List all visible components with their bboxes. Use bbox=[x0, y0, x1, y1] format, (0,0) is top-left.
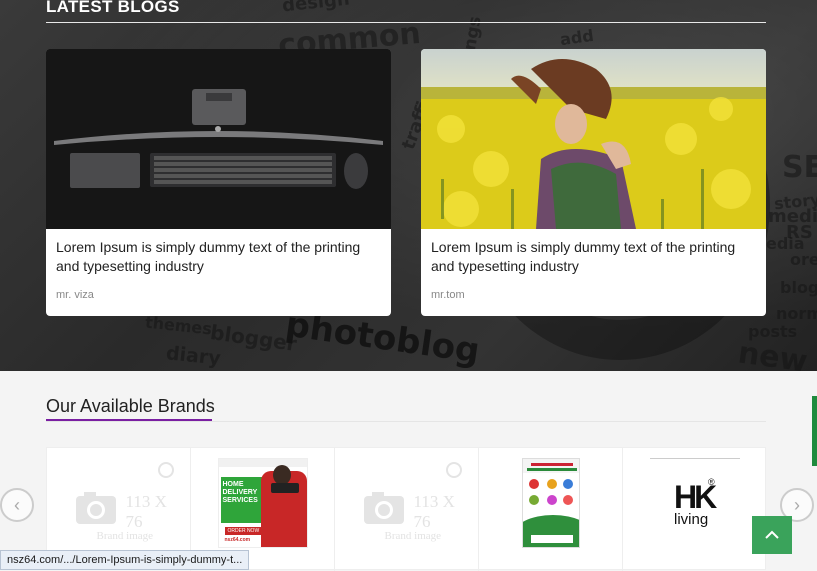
chevron-up-icon bbox=[765, 530, 779, 539]
blog-author: mr.tom bbox=[431, 289, 465, 301]
bg-word: blog bbox=[780, 278, 817, 297]
placeholder-caption: Brand image bbox=[384, 530, 442, 542]
chevron-left-icon: ‹ bbox=[14, 494, 20, 515]
placeholder-size-label: 113 X 76 bbox=[125, 492, 167, 531]
latest-blogs-title: LATEST BLOGS bbox=[46, 0, 180, 16]
brand-placeholder-image: 113 X 76 Brand image bbox=[342, 458, 472, 553]
title-divider bbox=[46, 22, 766, 23]
poster-site: nsz64.com bbox=[224, 537, 251, 543]
brand-poster-delivery: HOME DELIVERY SERVICES ORDER NOW nsz64.c… bbox=[217, 458, 308, 548]
brand-logo-hk-living: HK ® living bbox=[650, 458, 740, 548]
blog-image-field-woman bbox=[421, 49, 766, 229]
poster-order-button: ORDER NOW bbox=[224, 527, 263, 535]
brands-title: Our Available Brands bbox=[46, 396, 215, 416]
blog-caption[interactable]: Lorem Ipsum is simply dummy text of the … bbox=[56, 238, 377, 276]
bg-word: normal bbox=[776, 304, 817, 323]
placeholder-size-label: 113 X 76 bbox=[413, 492, 455, 531]
bg-word: posts bbox=[748, 322, 798, 341]
blog-author: mr. viza bbox=[56, 289, 94, 301]
brands-divider bbox=[46, 421, 766, 422]
brand-item[interactable]: 113 X 76 Brand image bbox=[335, 448, 479, 571]
poster-headline: HOME DELIVERY SERVICES bbox=[222, 481, 258, 504]
brand-item[interactable]: HK ® living bbox=[623, 448, 767, 571]
carousel-prev-button[interactable]: ‹ bbox=[0, 488, 34, 522]
blog-card[interactable]: Lorem Ipsum is simply dummy text of the … bbox=[421, 49, 766, 316]
blog-image-workstation bbox=[46, 49, 391, 229]
brand-placeholder-image: 113 X 76 Brand image bbox=[54, 458, 184, 553]
blog-caption[interactable]: Lorem Ipsum is simply dummy text of the … bbox=[431, 238, 752, 276]
brand-item[interactable] bbox=[479, 448, 623, 571]
blog-card[interactable]: Lorem Ipsum is simply dummy text of the … bbox=[46, 49, 391, 316]
bg-word: SE bbox=[782, 150, 817, 185]
status-bar-url: nsz64.com/.../Lorem-Ipsum-is-simply-dumm… bbox=[0, 550, 250, 570]
logo-registered-mark: ® bbox=[708, 477, 715, 487]
latest-blogs-section: design common settings add traffic photo… bbox=[0, 0, 817, 371]
bg-word: ore bbox=[790, 250, 817, 269]
scroll-to-top-button[interactable] bbox=[752, 516, 792, 554]
placeholder-caption: Brand image bbox=[96, 530, 154, 542]
side-feedback-tab[interactable] bbox=[812, 396, 817, 466]
brands-title-underline bbox=[46, 419, 212, 421]
logo-sub: living bbox=[674, 511, 709, 528]
chevron-right-icon: › bbox=[794, 494, 800, 515]
brand-flyer-image bbox=[521, 458, 580, 548]
